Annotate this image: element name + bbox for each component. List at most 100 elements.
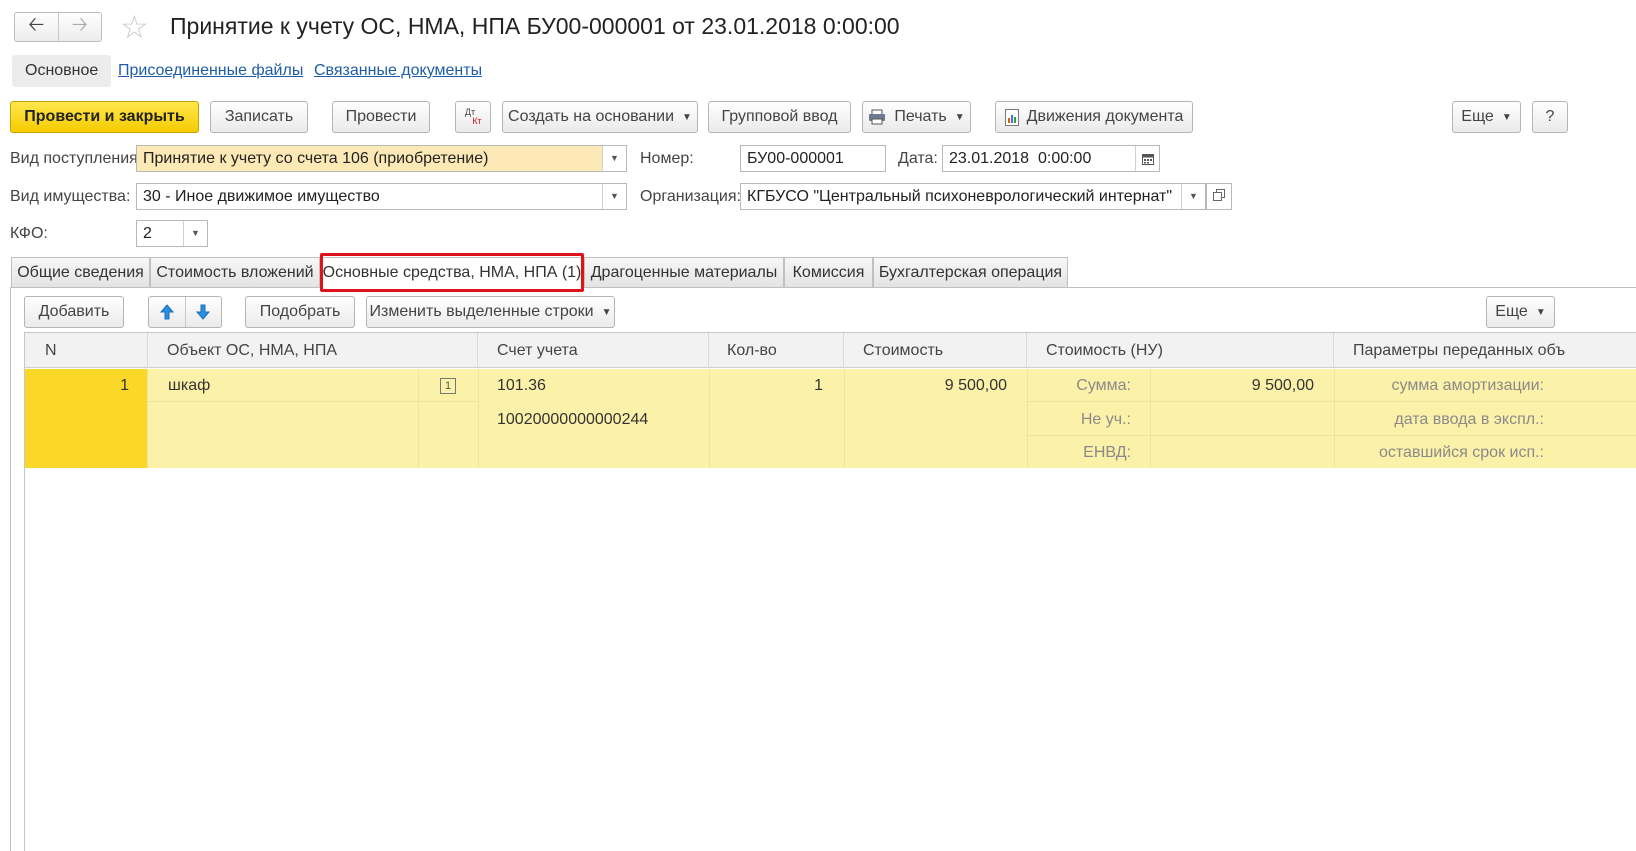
arrow-down-icon[interactable] [184,297,222,327]
print-label: Печать [894,108,947,125]
cost-value[interactable]: 9 500,00 [844,377,1007,395]
arrow-up-icon[interactable] [149,297,185,327]
nu-sum-value[interactable]: 9 500,00 [1150,377,1314,395]
param-remaining-life-label: оставшийся срок исп.: [1379,444,1544,461]
section-related-docs[interactable]: Связанные документы [314,62,482,80]
column-divider [147,369,148,468]
move-row-group [148,296,222,328]
post-button[interactable]: Провести [332,101,430,133]
tab-commission[interactable]: Комиссия [784,257,873,287]
arrow-left-icon[interactable]: 🡠 [15,13,58,41]
column-header-cost[interactable]: Стоимость [844,333,1027,368]
add-row-button[interactable]: Добавить [24,296,124,328]
section-main[interactable]: Основное [12,55,112,87]
row-divider [148,401,478,402]
arrow-right-icon[interactable]: 🡢 [57,13,102,41]
nu-envd-label: ЕНВД: [1083,444,1131,461]
column-divider [418,369,419,468]
column-header-cost-nu[interactable]: Стоимость (НУ) [1027,333,1334,368]
column-header-qty[interactable]: Кол-во [709,333,844,368]
document-report-icon [1004,108,1019,126]
tab-accounting-operation[interactable]: Бухгалтерская операция [873,257,1068,287]
dt-kt-button[interactable]: Дт Кт [455,101,491,133]
column-header-params[interactable]: Параметры переданных объ [1334,333,1636,368]
kfo-field[interactable]: 2 ▼ [136,220,208,247]
organization-field[interactable]: КГБУСО "Центральный психоневрологический… [740,183,1206,210]
star-icon[interactable]: ☆ [120,10,149,44]
date-label: Дата: [898,150,938,167]
chevron-down-icon: ▼ [601,306,612,318]
table-more-label: Еще [1495,303,1528,320]
qty-value[interactable]: 1 [709,377,823,395]
more-button[interactable]: Еще ▼ [1452,101,1521,133]
tab-precious-materials[interactable]: Драгоценные материалы [584,257,784,287]
group-input-label: Групповой ввод [721,108,838,125]
save-button[interactable]: Записать [210,101,308,133]
number-field[interactable]: БУ00-000001 [740,145,886,172]
tab-investment-cost-label: Стоимость вложений [156,263,314,281]
tab-commission-label: Комиссия [792,263,865,281]
receipt-type-field[interactable]: Принятие к учету со счета 106 (приобрете… [136,145,627,172]
post-and-close-button[interactable]: Провести и закрыть [10,101,199,133]
column-header-object[interactable]: Объект ОС, НМА, НПА [148,333,478,368]
table-more-button[interactable]: Еще ▼ [1486,296,1555,328]
column-header-account[interactable]: Счет учета [478,333,709,368]
date-field[interactable]: 23.01.2018 0:00:00 [942,145,1160,172]
chevron-down-icon[interactable]: ▼ [602,184,626,209]
printer-icon [868,109,886,125]
inventory-number[interactable]: 10020000000000244 [497,411,648,429]
chevron-down-icon[interactable]: ▼ [183,221,207,246]
save-label: Записать [224,108,294,125]
account-value[interactable]: 101.36 [497,377,546,395]
help-button[interactable]: ? [1532,101,1568,133]
tab-highlight-frame [320,253,584,292]
add-row-label: Добавить [38,303,110,320]
chevron-down-icon: ▼ [954,111,965,123]
calendar-icon[interactable] [1135,146,1159,171]
pick-label: Подобрать [259,303,341,320]
group-input-button[interactable]: Групповой ввод [708,101,851,133]
number-value: БУ00-000001 [747,150,844,167]
kfo-value: 2 [143,225,152,242]
nu-sum-label: Сумма: [1076,377,1131,394]
tab-general[interactable]: Общие сведения [11,257,150,287]
nu-not-accounted-label: Не уч.: [1080,411,1131,428]
property-type-label: Вид имущества: [10,188,131,205]
post-and-close-label: Провести и закрыть [24,108,185,125]
row-count-icon[interactable]: 1 [440,378,456,394]
param-commission-date-label: дата ввода в экспл.: [1394,411,1544,428]
create-based-on-label: Создать на основании [508,108,675,125]
open-organization-button[interactable] [1206,183,1232,210]
document-title: Принятие к учету ОС, НМА, НПА БУ00-00000… [170,13,900,39]
pick-button[interactable]: Подобрать [245,296,355,328]
document-movements-button[interactable]: Движения документа [995,101,1193,133]
chevron-down-icon: ▼ [1501,111,1512,123]
param-depreciation-label: сумма амортизации: [1391,377,1545,394]
property-type-field[interactable]: 30 - Иное движимое имущество ▼ [136,183,627,210]
object-name[interactable]: шкаф [168,377,210,395]
tab-precious-materials-label: Драгоценные материалы [590,263,778,281]
history-nav: 🡠 🡢 [14,12,102,42]
post-label: Провести [345,108,417,125]
property-type-value: 30 - Иное движимое имущество [143,188,380,205]
more-label: Еще [1461,108,1494,125]
tab-investment-cost[interactable]: Стоимость вложений [150,257,320,287]
section-attached-files[interactable]: Присоединенные файлы [118,62,303,80]
change-selected-rows-button[interactable]: Изменить выделенные строки ▼ [366,296,615,328]
chevron-down-icon: ▼ [682,111,692,123]
row-divider [1027,435,1636,436]
receipt-type-value: Принятие к учету со счета 106 (приобрете… [143,150,489,167]
organization-value: КГБУСО "Центральный психоневрологический… [747,188,1172,205]
column-header-n[interactable]: N [25,333,148,368]
tab-accounting-operation-label: Бухгалтерская операция [878,263,1063,281]
chevron-down-icon: ▼ [1535,306,1546,318]
assets-table: N Объект ОС, НМА, НПА Счет учета Кол-во … [24,332,1636,851]
help-label: ? [1545,108,1555,125]
row-divider [1027,401,1636,402]
chevron-down-icon[interactable]: ▼ [1181,184,1205,209]
create-based-on-button[interactable]: Создать на основании ▼ [502,101,698,133]
tab-general-label: Общие сведения [17,263,144,281]
chevron-down-icon[interactable]: ▼ [602,146,626,171]
print-button[interactable]: Печать ▼ [862,101,971,133]
dt-kt-icon: Дт Кт [464,108,482,126]
